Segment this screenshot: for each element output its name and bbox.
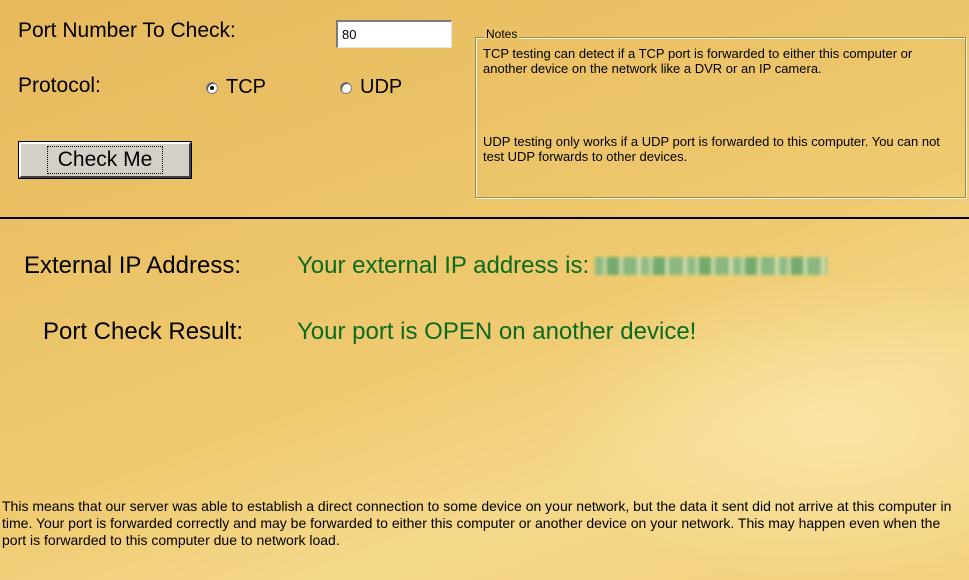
udp-radio-option[interactable]: UDP [340,76,402,99]
port-number-input[interactable] [336,20,452,48]
external-ip-text: Your external IP address is: [297,252,590,279]
check-me-button[interactable]: Check Me [19,142,191,178]
tcp-radio-label: TCP [226,76,266,98]
result-explanation-text: This means that our server was able to e… [2,498,952,548]
redacted-ip-address [595,257,828,275]
notes-udp-text: UDP testing only works if a UDP port is … [483,134,940,164]
external-ip-label: External IP Address: [24,252,242,279]
port-number-label: Port Number To Check: [18,19,236,42]
external-ip-result: Your external IP address is: [297,252,828,280]
notes-tcp-text: TCP testing can detect if a TCP port is … [483,46,913,76]
notes-legend: Notes [484,27,520,41]
protocol-label: Protocol: [18,74,101,97]
tcp-radio-option[interactable]: TCP [206,76,266,99]
section-divider [0,217,969,219]
udp-radio-label: UDP [360,76,403,98]
port-check-result-label: Port Check Result: [43,318,244,345]
port-check-result-text: Your port is OPEN on another device! [297,318,697,345]
tcp-radio-button[interactable] [206,81,218,94]
check-me-button-label: Check Me [46,146,164,174]
udp-radio-button[interactable] [340,81,352,94]
